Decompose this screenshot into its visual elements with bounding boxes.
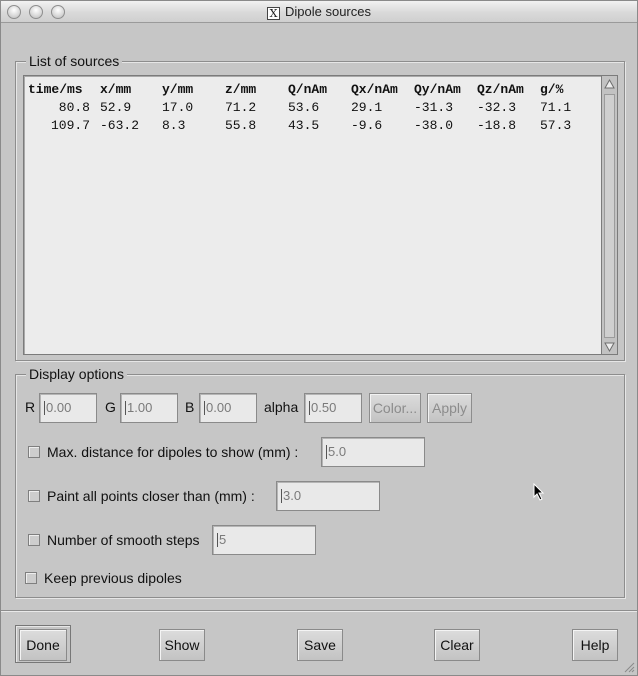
title-bar[interactable]: X Dipole sources <box>1 1 637 23</box>
cell-z: 71.2 <box>225 100 257 115</box>
scrollbar-thumb[interactable] <box>604 94 615 338</box>
b-label: B <box>185 399 195 415</box>
list-item[interactable]: 80.8 52.9 17.0 71.2 53.6 29.1 -31.3 -32.… <box>24 100 602 116</box>
list-item[interactable]: 109.7 -63.2 8.3 55.8 43.5 -9.6 -38.0 -18… <box>24 118 602 134</box>
col-header-qx: Qx/nAm <box>351 82 398 97</box>
dipole-sources-window: X Dipole sources List of sources time/ms … <box>0 0 638 676</box>
paint-closer-checkbox[interactable] <box>28 490 40 502</box>
paint-closer-input[interactable]: 3.0 <box>276 481 380 511</box>
alpha-label: alpha <box>264 399 299 415</box>
col-header-qz: Qz/nAm <box>477 82 524 97</box>
col-header-z: z/mm <box>225 82 257 97</box>
save-button[interactable]: Save <box>297 629 343 661</box>
smooth-steps-label: Number of smooth steps <box>47 532 200 548</box>
cell-g: 71.1 <box>540 100 572 115</box>
g-label: G <box>105 399 116 415</box>
cell-time: 109.7 <box>50 118 90 133</box>
list-of-sources-legend: List of sources <box>26 53 123 69</box>
smooth-steps-checkbox[interactable] <box>28 534 40 546</box>
cell-y: 8.3 <box>162 118 186 133</box>
cell-x: 52.9 <box>100 100 132 115</box>
cell-y: 17.0 <box>162 100 194 115</box>
col-header-qy: Qy/nAm <box>414 82 461 97</box>
cell-q: 53.6 <box>288 100 320 115</box>
show-button[interactable]: Show <box>159 629 205 661</box>
max-distance-checkbox[interactable] <box>28 446 40 458</box>
max-distance-input[interactable]: 5.0 <box>321 437 425 467</box>
color-button[interactable]: Color... <box>369 393 421 423</box>
col-header-time: time/ms <box>28 82 83 97</box>
cell-qx: -9.6 <box>351 118 383 133</box>
x11-icon: X <box>267 7 280 20</box>
r-label: R <box>25 399 36 415</box>
col-header-q: Q/nAm <box>288 82 328 97</box>
done-button[interactable]: Done <box>19 629 67 661</box>
clear-button[interactable]: Clear <box>434 629 480 661</box>
scroll-down-arrow-icon[interactable] <box>603 340 616 353</box>
cell-q: 43.5 <box>288 118 320 133</box>
col-header-x: x/mm <box>100 82 132 97</box>
mouse-pointer-icon <box>533 483 545 501</box>
sources-list[interactable]: time/ms x/mm y/mm z/mm Q/nAm Qx/nAm Qy/n… <box>23 75 603 355</box>
keep-previous-checkbox[interactable] <box>25 572 37 584</box>
cell-qy: -38.0 <box>414 118 454 133</box>
cell-time: 80.8 <box>58 100 90 115</box>
max-distance-label: Max. distance for dipoles to show (mm) : <box>47 444 299 460</box>
resize-grip-icon[interactable] <box>623 661 635 673</box>
cell-qz: -18.8 <box>477 118 517 133</box>
list-header-row: time/ms x/mm y/mm z/mm Q/nAm Qx/nAm Qy/n… <box>24 82 602 98</box>
apply-button[interactable]: Apply <box>427 393 472 423</box>
cell-z: 55.8 <box>225 118 257 133</box>
display-options-legend: Display options <box>26 366 127 382</box>
g-input[interactable]: 1.00 <box>120 393 178 423</box>
cell-qy: -31.3 <box>414 100 454 115</box>
help-button[interactable]: Help <box>572 629 618 661</box>
window-title: Dipole sources <box>285 4 371 19</box>
list-scrollbar[interactable] <box>601 75 618 355</box>
col-header-g: g/% <box>540 82 564 97</box>
alpha-input[interactable]: 0.50 <box>304 393 362 423</box>
scroll-up-arrow-icon[interactable] <box>603 78 616 91</box>
cell-g: 57.3 <box>540 118 572 133</box>
col-header-y: y/mm <box>162 82 194 97</box>
cell-qz: -32.3 <box>477 100 517 115</box>
cell-qx: 29.1 <box>351 100 383 115</box>
r-input[interactable]: 0.00 <box>39 393 97 423</box>
b-input[interactable]: 0.00 <box>199 393 257 423</box>
keep-previous-label: Keep previous dipoles <box>44 570 182 586</box>
cell-x: -63.2 <box>100 118 140 133</box>
separator <box>1 610 637 612</box>
paint-closer-label: Paint all points closer than (mm) : <box>47 488 255 504</box>
smooth-steps-input[interactable]: 5 <box>212 525 316 555</box>
